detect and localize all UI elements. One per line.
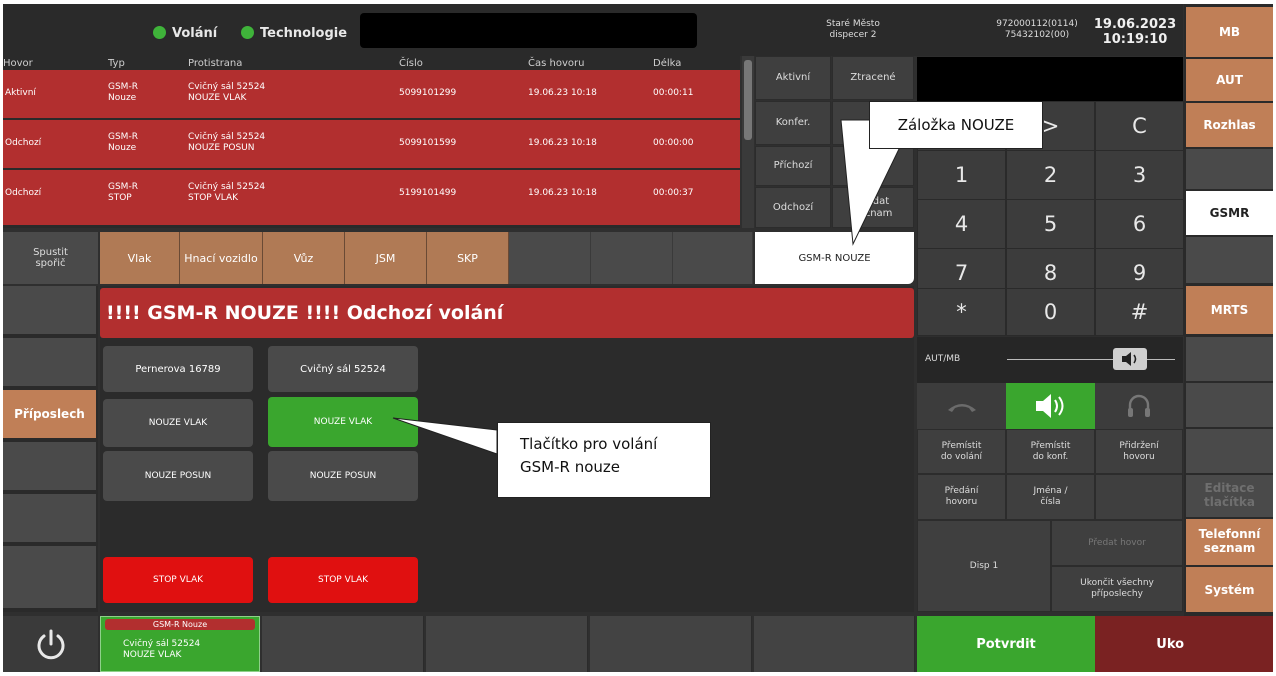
callout-button: Tlačítko pro volání GSM-R nouze (497, 422, 711, 498)
callout-pointers (392, 119, 914, 455)
callout-tab: Záložka NOUZE (869, 101, 1043, 149)
button-callout-pointer (392, 417, 498, 455)
dispatcher-console: Volání Technologie 972000112(0114) 75432… (3, 4, 1273, 672)
